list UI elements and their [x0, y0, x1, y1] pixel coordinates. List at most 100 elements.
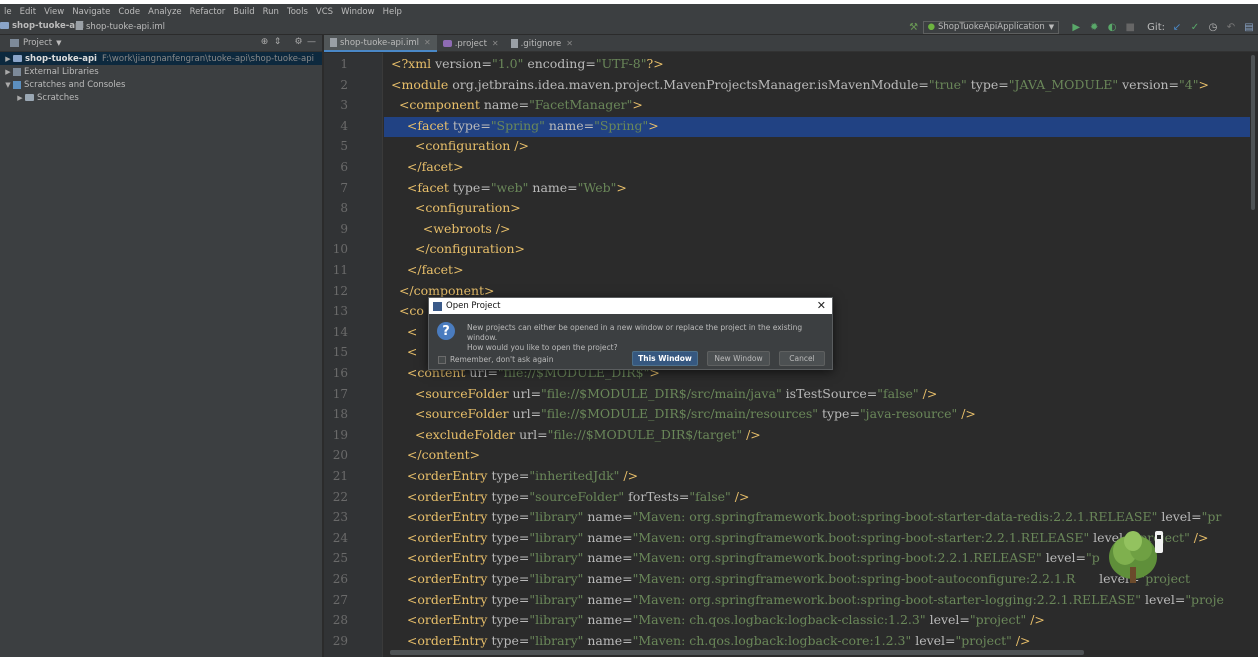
xml-attr-token: level= [1141, 591, 1186, 607]
menu-item[interactable]: Tools [283, 7, 312, 17]
project-view-icon [10, 39, 19, 47]
tree-item-project-root[interactable]: ▶ shop-tuoke-api F:\work\jiangnanfengran… [0, 52, 322, 65]
close-icon[interactable]: ✕ [424, 38, 431, 47]
xml-value-token: "Spring" [594, 117, 649, 133]
close-icon[interactable]: ✕ [817, 299, 826, 312]
dialog-title: Open Project [446, 301, 501, 311]
expand-arrow-icon[interactable]: ▶ [3, 55, 13, 63]
xml-tag-token: ?> [646, 56, 664, 71]
xml-value-token: "pr [1201, 509, 1222, 525]
line-number: 14 [332, 324, 348, 339]
xml-tag-token: <excludeFolder [391, 426, 520, 442]
collapse-arrow-icon[interactable]: ▼ [3, 81, 13, 89]
xml-tag-token: <sourceFolder [391, 406, 513, 422]
line-number: 26 [332, 572, 348, 586]
xml-tag-token: <orderEntry [391, 591, 492, 607]
breadcrumb-file[interactable]: shop-tuoke-api.iml [76, 21, 165, 32]
code-line: </facet> [391, 159, 464, 174]
gear-icon[interactable]: ⚙ [292, 37, 305, 47]
xml-attr-token: isTestSource= [781, 385, 878, 401]
rollback-icon[interactable]: ↶ [1225, 21, 1237, 33]
project-tool-window: Project ▼ ⊕ ⇕ ⚙ — ▶ shop-tuoke-api F:\wo… [0, 35, 323, 657]
xml-file-icon [442, 40, 452, 47]
line-number: 22 [332, 489, 348, 504]
tab-project[interactable]: .project ✕ [437, 35, 505, 52]
tree-item-scratches-consoles[interactable]: ▼ Scratches and Consoles [0, 78, 322, 91]
xml-tag-token: <orderEntry [391, 571, 492, 586]
remember-checkbox[interactable]: Remember, don't ask again [438, 355, 553, 364]
code-line: <component name="FacetManager"> [391, 97, 643, 112]
run-configuration-select[interactable]: ● ShopTuokeApiApplication ▼ [922, 20, 1060, 34]
this-window-button[interactable]: This Window [632, 351, 698, 366]
menu-item[interactable]: VCS [312, 7, 337, 17]
xml-attr-token: name= [583, 529, 633, 545]
expand-arrow-icon[interactable]: ▶ [15, 94, 25, 102]
xml-value-token: "sourceFolder" [529, 488, 625, 504]
breadcrumb-project[interactable]: shop-tuoke-api [0, 21, 84, 31]
xml-attr-token: type= [491, 612, 530, 628]
debug-icon[interactable]: ✹ [1088, 21, 1100, 33]
expand-arrow-icon[interactable]: ▶ [3, 68, 13, 76]
project-structure-icon[interactable]: ▤ [1243, 21, 1255, 33]
close-icon[interactable]: ✕ [566, 39, 573, 48]
xml-attr-token: url= [512, 385, 542, 401]
vertical-scrollbar[interactable] [1250, 53, 1258, 657]
xml-value-token: "library" [529, 571, 584, 586]
menu-item[interactable]: le [0, 7, 16, 17]
history-icon[interactable]: ◷ [1207, 21, 1219, 33]
collapse-all-icon[interactable]: ⇕ [271, 37, 284, 47]
coverage-icon[interactable]: ◐ [1106, 21, 1118, 33]
xml-tag-token: <sourceFolder [391, 385, 513, 401]
project-view-select[interactable]: Project [23, 38, 52, 48]
stop-icon[interactable]: ■ [1124, 21, 1136, 33]
close-icon[interactable]: ✕ [492, 39, 499, 48]
menu-item[interactable]: Help [379, 7, 406, 17]
chevron-down-icon[interactable]: ▼ [56, 39, 61, 47]
menu-item[interactable]: Build [229, 7, 258, 17]
new-window-button[interactable]: New Window [707, 351, 770, 366]
menu-item[interactable]: Run [259, 7, 283, 17]
line-number: 29 [332, 633, 348, 648]
scratches-icon [13, 80, 21, 89]
tab-shop-tuoke-api-iml[interactable]: shop-tuoke-api.iml ✕ [324, 35, 437, 52]
horizontal-scrollbar[interactable] [390, 650, 1084, 655]
tree-item-scratches[interactable]: ▶ Scratches [0, 91, 322, 104]
checkbox-box[interactable] [438, 355, 446, 364]
xml-value-token: "Maven: org.springframework.boot:spring-… [632, 550, 1042, 566]
intellij-app-icon [433, 301, 442, 311]
hide-icon[interactable]: — [305, 37, 318, 47]
tree-item-external-libraries[interactable]: ▶ External Libraries [0, 65, 322, 78]
xml-attr-token: name= [583, 509, 633, 525]
git-commit-icon[interactable]: ✓ [1189, 21, 1201, 33]
menu-item[interactable]: Refactor [186, 7, 230, 17]
code-line: </component> [391, 283, 495, 298]
git-update-icon[interactable]: ↙ [1171, 21, 1183, 33]
xml-tag-token: /> [1189, 529, 1209, 545]
xml-value-token: "Spring" [490, 117, 545, 133]
xml-value-token: "false" [877, 385, 919, 401]
text-file-icon [510, 39, 518, 48]
tab-gitignore[interactable]: .gitignore ✕ [505, 35, 579, 52]
editor-tabs: shop-tuoke-api.iml ✕ .project ✕ .gitigno… [324, 35, 1258, 52]
menu-item[interactable]: Window [337, 7, 379, 17]
locate-icon[interactable]: ⊕ [258, 37, 271, 47]
xml-value-token: "Maven: org.springframework.boot:spring-… [632, 509, 1158, 525]
menu-item[interactable]: Edit [16, 7, 40, 17]
menu-item[interactable]: Navigate [68, 7, 114, 17]
xml-attr-token: name= [583, 571, 633, 586]
xml-value-token: "proje [1185, 591, 1224, 607]
xml-attr-token: url= [512, 406, 542, 422]
cancel-button[interactable]: Cancel [779, 351, 825, 366]
menu-item[interactable]: Code [114, 7, 144, 17]
menu-item[interactable]: Analyze [144, 7, 186, 17]
xml-value-token: "Maven: ch.qos.logback:logback-core:1.2.… [632, 632, 912, 648]
xml-tag-token: <orderEntry [391, 529, 492, 545]
hammer-build-icon[interactable]: ⚒ [908, 21, 920, 33]
open-project-dialog: Open Project ✕ ? New projects can either… [428, 297, 833, 370]
menu-item[interactable]: View [40, 7, 68, 17]
run-icon[interactable]: ▶ [1070, 21, 1082, 33]
scrollbar-thumb[interactable] [1251, 55, 1255, 210]
xml-attr-token: type= [491, 488, 530, 504]
code-line: <configuration> [391, 200, 521, 215]
xml-attr-token: type= [491, 550, 530, 566]
